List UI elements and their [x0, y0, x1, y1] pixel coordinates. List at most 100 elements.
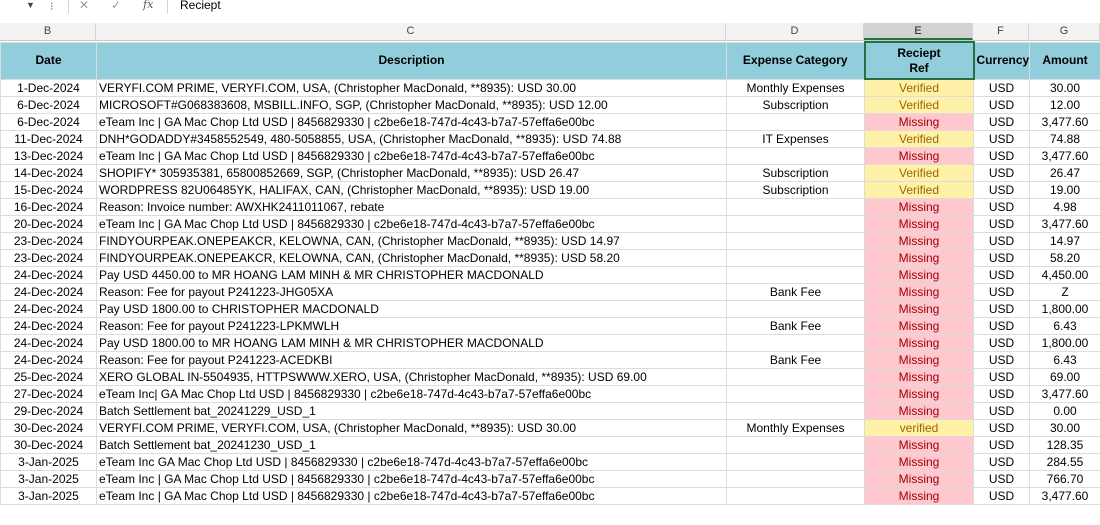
cell-expense-category[interactable] — [726, 198, 865, 216]
insert-function-icon[interactable]: fx — [143, 0, 153, 11]
cell-receipt-ref[interactable]: Missing — [864, 147, 974, 165]
cell-date[interactable]: 23-Dec-2024 — [0, 232, 97, 250]
cell-expense-category[interactable] — [726, 385, 865, 403]
cell-currency[interactable]: USD — [973, 232, 1030, 250]
cell-amount[interactable]: Z — [1029, 283, 1100, 301]
cell-date[interactable]: 16-Dec-2024 — [0, 198, 97, 216]
cell-description[interactable]: eTeam Inc | GA Mac Chop Ltd USD | 845682… — [96, 487, 727, 505]
cell-currency[interactable]: USD — [973, 96, 1030, 114]
cell-date[interactable]: 14-Dec-2024 — [0, 164, 97, 182]
cell-receipt-ref[interactable]: Missing — [864, 317, 974, 335]
cell-date[interactable]: 6-Dec-2024 — [0, 96, 97, 114]
column-header-g[interactable]: G — [1029, 23, 1100, 40]
header-description[interactable]: Description — [96, 41, 727, 80]
cell-expense-category[interactable]: Monthly Expenses — [726, 78, 865, 97]
cell-expense-category[interactable] — [726, 113, 865, 131]
cell-receipt-ref[interactable]: Missing — [864, 368, 974, 386]
cell-date[interactable]: 24-Dec-2024 — [0, 300, 97, 318]
cell-date[interactable]: 3-Jan-2025 — [0, 487, 97, 505]
cell-description[interactable]: Batch Settlement bat_20241230_USD_1 — [96, 436, 727, 454]
cell-amount[interactable]: 4.98 — [1029, 198, 1100, 216]
cell-expense-category[interactable] — [726, 334, 865, 352]
cell-receipt-ref[interactable]: Missing — [864, 215, 974, 233]
cell-date[interactable]: 11-Dec-2024 — [0, 130, 97, 148]
cancel-icon[interactable]: ✕ — [79, 0, 89, 12]
cell-expense-category[interactable] — [726, 266, 865, 284]
column-header-c[interactable]: C — [96, 23, 726, 40]
cell-amount[interactable]: 1,800.00 — [1029, 300, 1100, 318]
cell-receipt-ref[interactable]: Missing — [864, 113, 974, 131]
cell-receipt-ref[interactable]: Missing — [864, 249, 974, 267]
cell-amount[interactable]: 3,477.60 — [1029, 487, 1100, 505]
cell-date[interactable]: 24-Dec-2024 — [0, 334, 97, 352]
cell-currency[interactable]: USD — [973, 113, 1030, 131]
cell-currency[interactable]: USD — [973, 266, 1030, 284]
header-currency[interactable]: Currency — [973, 41, 1030, 80]
cell-currency[interactable]: USD — [973, 181, 1030, 199]
cell-description[interactable]: Reason: Invoice number: AWXHK2411011067,… — [96, 198, 727, 216]
cell-receipt-ref[interactable]: Missing — [864, 266, 974, 284]
formula-bar-splitter-icon[interactable]: ⁝ — [50, 0, 54, 13]
cell-description[interactable]: DNH*GODADDY#3458552549, 480-5058855, USA… — [96, 130, 727, 148]
cell-receipt-ref[interactable]: Verified — [864, 78, 974, 97]
cell-currency[interactable]: USD — [973, 402, 1030, 420]
cell-amount[interactable]: 1,800.00 — [1029, 334, 1100, 352]
cell-date[interactable]: 25-Dec-2024 — [0, 368, 97, 386]
cell-receipt-ref[interactable]: Verified — [864, 164, 974, 182]
cell-currency[interactable]: USD — [973, 470, 1030, 488]
cell-description[interactable]: Pay USD 4450.00 to MR HOANG LAM MINH & M… — [96, 266, 727, 284]
cell-currency[interactable]: USD — [973, 317, 1030, 335]
cell-receipt-ref[interactable]: verified — [864, 419, 974, 437]
cell-receipt-ref[interactable]: Missing — [864, 436, 974, 454]
cell-description[interactable]: eTeam Inc| GA Mac Chop Ltd USD | 8456829… — [96, 385, 727, 403]
cell-receipt-ref[interactable]: Missing — [864, 385, 974, 403]
cell-date[interactable]: 1-Dec-2024 — [0, 78, 97, 97]
header-amount[interactable]: Amount — [1029, 41, 1100, 80]
cell-date[interactable]: 23-Dec-2024 — [0, 249, 97, 267]
cell-expense-category[interactable] — [726, 232, 865, 250]
cell-expense-category[interactable] — [726, 147, 865, 165]
cell-currency[interactable]: USD — [973, 198, 1030, 216]
cell-date[interactable]: 3-Jan-2025 — [0, 453, 97, 471]
cell-amount[interactable]: 0.00 — [1029, 402, 1100, 420]
cell-receipt-ref[interactable]: Verified — [864, 96, 974, 114]
cell-description[interactable]: MICROSOFT#G068383608, MSBILL.INFO, SGP, … — [96, 96, 727, 114]
cell-receipt-ref[interactable]: Missing — [864, 198, 974, 216]
cell-description[interactable]: eTeam Inc | GA Mac Chop Ltd USD | 845682… — [96, 470, 727, 488]
cell-description[interactable]: Reason: Fee for payout P241223-JHG05XA — [96, 283, 727, 301]
cell-description[interactable]: Pay USD 1800.00 to MR HOANG LAM MINH & M… — [96, 334, 727, 352]
cell-currency[interactable]: USD — [973, 130, 1030, 148]
cell-currency[interactable]: USD — [973, 283, 1030, 301]
cell-date[interactable]: 30-Dec-2024 — [0, 436, 97, 454]
cell-amount[interactable]: 3,477.60 — [1029, 385, 1100, 403]
cell-amount[interactable]: 3,477.60 — [1029, 215, 1100, 233]
cell-expense-category[interactable]: Bank Fee — [726, 317, 865, 335]
cell-description[interactable]: Reason: Fee for payout P241223-ACEDKBI — [96, 351, 727, 369]
cell-date[interactable]: 24-Dec-2024 — [0, 317, 97, 335]
cell-currency[interactable]: USD — [973, 78, 1030, 97]
cell-currency[interactable]: USD — [973, 351, 1030, 369]
cell-currency[interactable]: USD — [973, 300, 1030, 318]
cell-receipt-ref[interactable]: Verified — [864, 181, 974, 199]
cell-date[interactable]: 24-Dec-2024 — [0, 266, 97, 284]
column-header-e[interactable]: E — [864, 23, 973, 40]
cell-receipt-ref[interactable]: Missing — [864, 351, 974, 369]
cell-description[interactable]: SHOPIFY* 305935381, 65800852669, SGP, (C… — [96, 164, 727, 182]
cell-amount[interactable]: 74.88 — [1029, 130, 1100, 148]
cell-amount[interactable]: 6.43 — [1029, 351, 1100, 369]
cell-description[interactable]: Pay USD 1800.00 to CHRISTOPHER MACDONALD — [96, 300, 727, 318]
cell-date[interactable]: 29-Dec-2024 — [0, 402, 97, 420]
cell-expense-category[interactable] — [726, 368, 865, 386]
cell-currency[interactable]: USD — [973, 147, 1030, 165]
cell-description[interactable]: FINDYOURPEAK.ONEPEAKCR, KELOWNA, CAN, (C… — [96, 249, 727, 267]
cell-description[interactable]: Reason: Fee for payout P241223-LPKMWLH — [96, 317, 727, 335]
cell-currency[interactable]: USD — [973, 487, 1030, 505]
cell-amount[interactable]: 14.97 — [1029, 232, 1100, 250]
cell-expense-category[interactable] — [726, 487, 865, 505]
cell-amount[interactable]: 6.43 — [1029, 317, 1100, 335]
cell-amount[interactable]: 3,477.60 — [1029, 113, 1100, 131]
cell-expense-category[interactable]: IT Expenses — [726, 130, 865, 148]
cell-expense-category[interactable]: Bank Fee — [726, 351, 865, 369]
cell-amount[interactable]: 30.00 — [1029, 78, 1100, 97]
cell-currency[interactable]: USD — [973, 419, 1030, 437]
